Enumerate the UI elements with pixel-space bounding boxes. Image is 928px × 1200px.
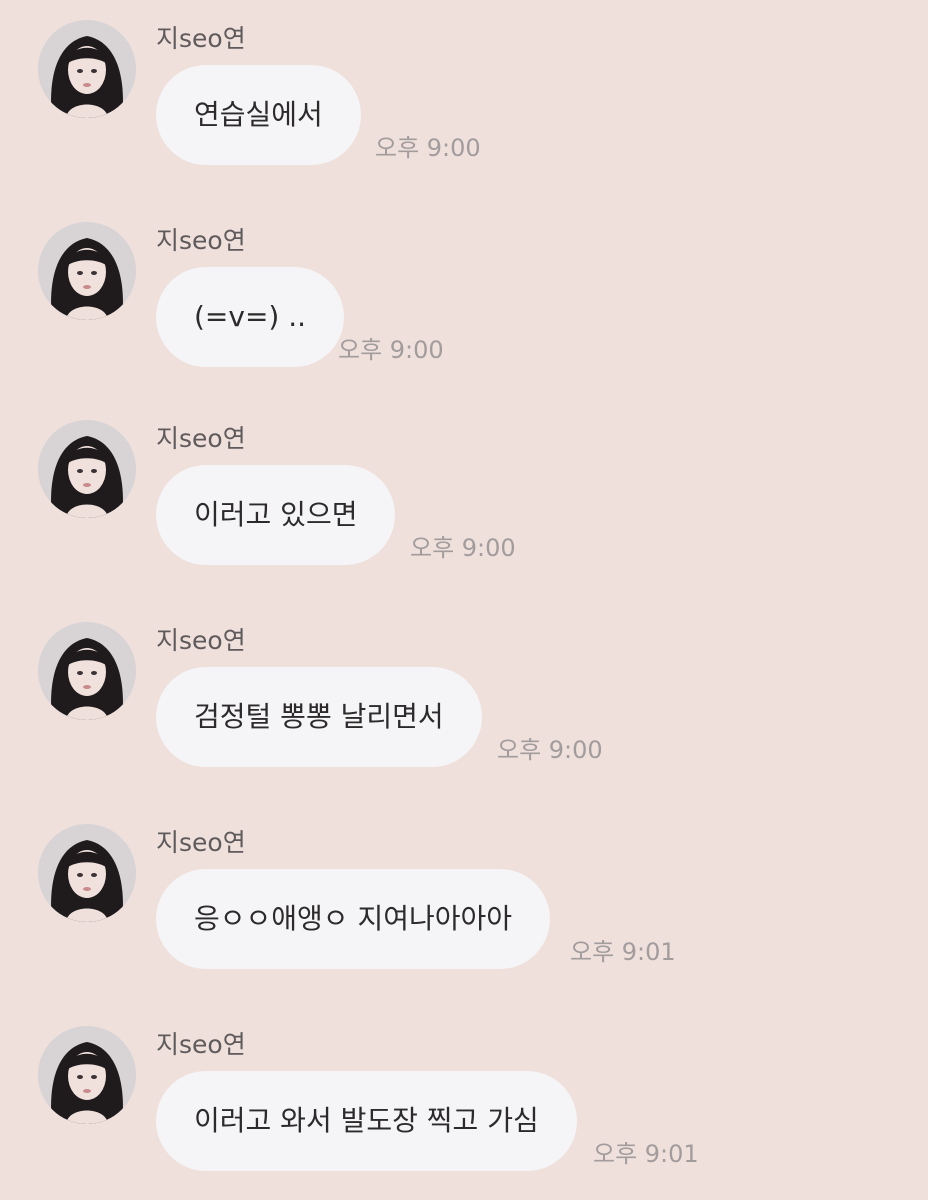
profile-photo-icon (38, 420, 136, 518)
message-time: 오후 9:00 (338, 336, 444, 364)
sender-name: 지seo연 (156, 226, 246, 255)
avatar-profile-photo-icon[interactable] (38, 20, 136, 118)
profile-photo-icon (38, 1026, 136, 1124)
avatar-profile-photo-icon[interactable] (38, 622, 136, 720)
sender-name: 지seo연 (156, 1030, 246, 1059)
chat-message-list[interactable]: 지seo연 연습실에서 오후 9:00 지seo연 (=v=) .. 오후 9:… (0, 0, 928, 1200)
profile-photo-icon (38, 824, 136, 922)
profile-photo-icon (38, 622, 136, 720)
message-row: 지seo연 응ㅇㅇ애앵ㅇ 지여나아아아 오후 9:01 (0, 804, 928, 994)
avatar-profile-photo-icon[interactable] (38, 824, 136, 922)
sender-name: 지seo연 (156, 828, 246, 857)
message-bubble[interactable]: 이러고 있으면 (156, 465, 396, 565)
message-time: 오후 9:00 (375, 134, 481, 162)
message-bubble[interactable]: 검정털 뽕뽕 날리면서 (156, 667, 482, 767)
message-time: 오후 9:00 (497, 736, 603, 764)
sender-name: 지seo연 (156, 24, 246, 53)
sender-name: 지seo연 (156, 626, 246, 655)
message-row: 지seo연 연습실에서 오후 9:00 (0, 0, 928, 190)
avatar-profile-photo-icon[interactable] (38, 420, 136, 518)
message-row: 지seo연 이러고 와서 발도장 찍고 가심 오후 9:01 (0, 1006, 928, 1196)
sender-name: 지seo연 (156, 424, 246, 453)
message-time: 오후 9:01 (570, 938, 676, 966)
message-time: 오후 9:00 (410, 534, 516, 562)
message-row: 지seo연 (=v=) .. 오후 9:00 (0, 202, 928, 392)
message-row: 지seo연 검정털 뽕뽕 날리면서 오후 9:00 (0, 602, 928, 792)
profile-photo-icon (38, 20, 136, 118)
message-bubble[interactable]: 이러고 와서 발도장 찍고 가심 (156, 1071, 577, 1171)
message-bubble[interactable]: 연습실에서 (156, 65, 361, 165)
message-bubble[interactable]: 응ㅇㅇ애앵ㅇ 지여나아아아 (156, 869, 551, 969)
avatar-profile-photo-icon[interactable] (38, 1026, 136, 1124)
message-bubble[interactable]: (=v=) .. (156, 267, 345, 367)
message-row: 지seo연 이러고 있으면 오후 9:00 (0, 400, 928, 590)
message-time: 오후 9:01 (593, 1140, 699, 1168)
profile-photo-icon (38, 222, 136, 320)
avatar-profile-photo-icon[interactable] (38, 222, 136, 320)
